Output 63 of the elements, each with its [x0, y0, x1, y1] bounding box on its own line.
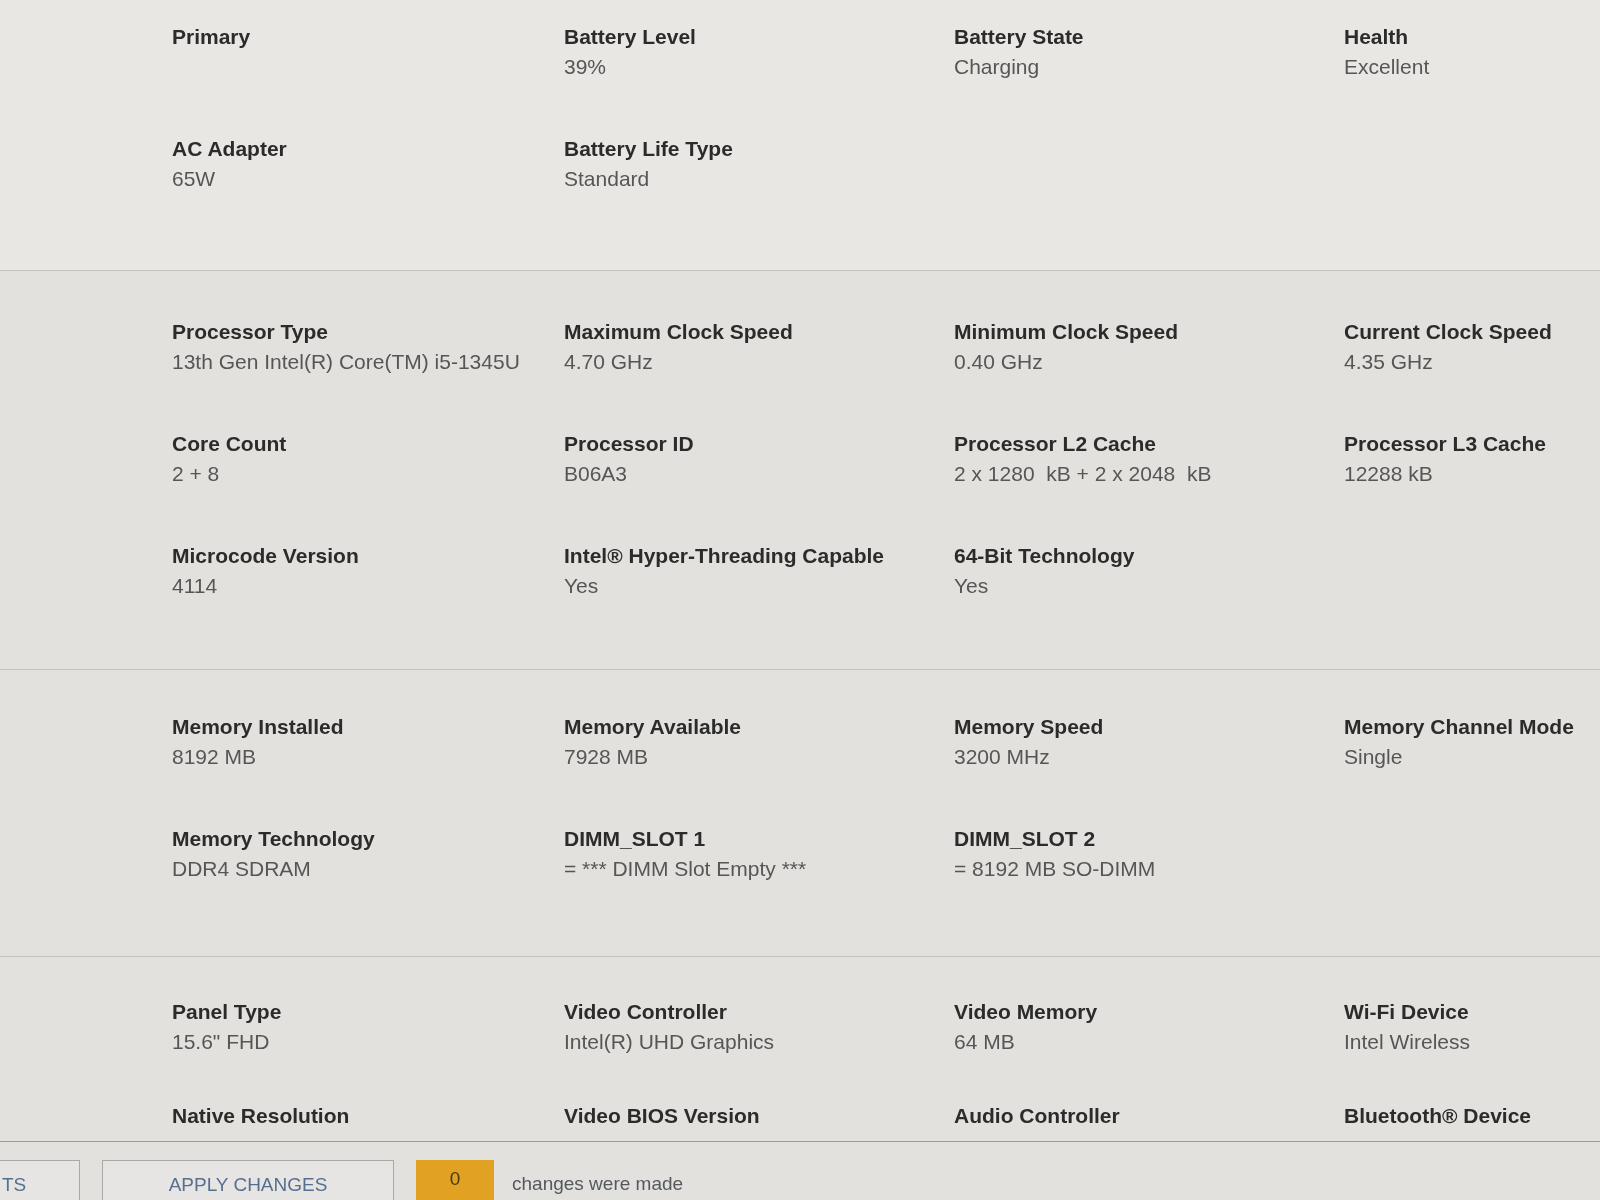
- field-label: Processor L3 Cache: [1344, 431, 1546, 457]
- field-value: = 8192 MB SO-DIMM: [954, 856, 1156, 882]
- field-value: Yes: [954, 573, 989, 599]
- field-label: Memory Speed: [954, 714, 1104, 740]
- field-label: Processor Type: [172, 319, 328, 345]
- field-label: Memory Available: [564, 714, 741, 740]
- field-value: 12288 kB: [1344, 461, 1433, 487]
- field-label: Core Count: [172, 431, 287, 457]
- field-value: 8192 MB: [172, 744, 257, 770]
- field-label: Bluetooth® Device: [1344, 1103, 1531, 1129]
- field-label: Native Resolution: [172, 1103, 350, 1129]
- field-value: Intel(R) UHD Graphics: [564, 1029, 775, 1055]
- field-value: 13th Gen Intel(R) Core(TM) i5-1345U: [172, 349, 520, 375]
- field-label: Audio Controller: [954, 1103, 1120, 1129]
- field-value: 0.40 GHz: [954, 349, 1043, 375]
- field-value: Yes: [564, 573, 599, 599]
- field-value: 4.70 GHz: [564, 349, 653, 375]
- field-label: Memory Technology: [172, 826, 375, 852]
- field-value: 15.6" FHD: [172, 1029, 270, 1055]
- field-label: Battery Level: [564, 24, 696, 50]
- field-value: Charging: [954, 54, 1040, 80]
- footer-button[interactable]: TS: [0, 1160, 80, 1200]
- field-value: Single: [1344, 744, 1403, 770]
- field-label: Processor ID: [564, 431, 694, 457]
- field-value: Intel Wireless: [1344, 1029, 1471, 1055]
- field-label: Wi-Fi Device: [1344, 999, 1469, 1025]
- field-label: Battery State: [954, 24, 1084, 50]
- field-label: 64-Bit Technology: [954, 543, 1135, 569]
- field-label: Video Memory: [954, 999, 1098, 1025]
- field-label: Minimum Clock Speed: [954, 319, 1179, 345]
- field-label: Health: [1344, 24, 1409, 50]
- field-label: DIMM_SLOT 2: [954, 826, 1096, 852]
- field-value: Standard: [564, 166, 650, 192]
- field-value: 4114: [172, 573, 218, 599]
- field-label: Maximum Clock Speed: [564, 319, 793, 345]
- field-value: Excellent: [1344, 54, 1430, 80]
- field-value: = *** DIMM Slot Empty ***: [564, 856, 807, 882]
- field-value: 3200 MHz: [954, 744, 1050, 770]
- field-label: Processor L2 Cache: [954, 431, 1156, 457]
- field-label: Current Clock Speed: [1344, 319, 1552, 345]
- field-value: 65W: [172, 166, 216, 192]
- status-text: changes were made: [512, 1172, 684, 1196]
- field-label: Panel Type: [172, 999, 282, 1025]
- field-value: B06A3: [564, 461, 628, 487]
- field-value: 7928 MB: [564, 744, 649, 770]
- field-label: DIMM_SLOT 1: [564, 826, 706, 852]
- field-label: Battery Life Type: [564, 136, 733, 162]
- field-label: AC Adapter: [172, 136, 287, 162]
- field-value: 64 MB: [954, 1029, 1015, 1055]
- field-label: Primary: [172, 24, 251, 50]
- field-value: 4.35 GHz: [1344, 349, 1433, 375]
- field-value: 2 x 1280 kB + 2 x 2048 kB: [954, 461, 1212, 487]
- field-label: Video BIOS Version: [564, 1103, 760, 1129]
- field-label: Microcode Version: [172, 543, 359, 569]
- field-label: Intel® Hyper-Threading Capable: [564, 543, 885, 569]
- field-label: Memory Channel Mode: [1344, 714, 1574, 740]
- change-count: 0: [416, 1160, 494, 1200]
- footer-button[interactable]: APPLY CHANGES: [102, 1160, 394, 1200]
- field-label: Video Controller: [564, 999, 727, 1025]
- field-value: 39%: [564, 54, 607, 80]
- field-label: Memory Installed: [172, 714, 344, 740]
- field-value: 2 + 8: [172, 461, 220, 487]
- field-value: DDR4 SDRAM: [172, 856, 311, 882]
